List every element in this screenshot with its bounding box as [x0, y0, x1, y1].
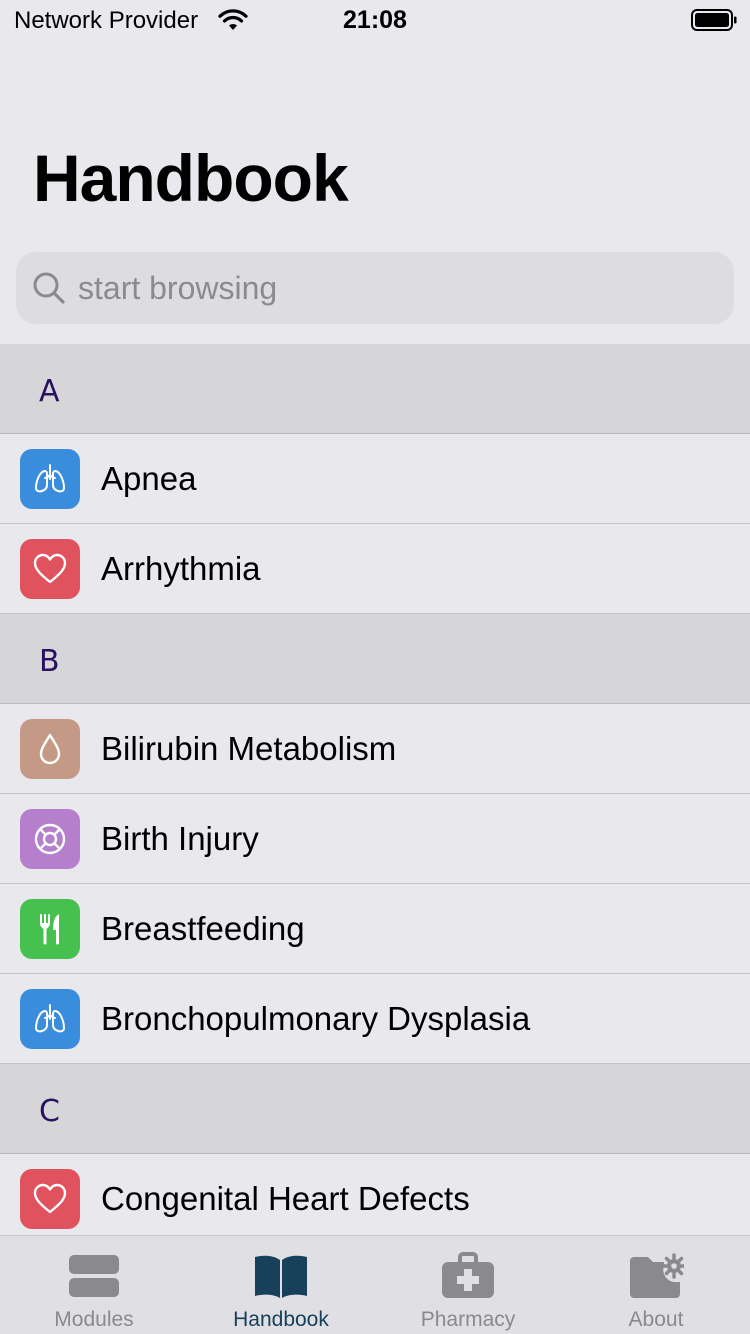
handbook-screen: Network Provider 21:08 Handbook A Apnea Ar…	[0, 0, 750, 1334]
modules-icon	[69, 1255, 119, 1297]
lungs-icon	[20, 449, 80, 509]
lungs-icon	[20, 989, 80, 1049]
tab-bar: Modules Handbook Pharmacy About	[0, 1235, 750, 1334]
section-header: A	[0, 344, 750, 434]
section-letter: B	[39, 644, 60, 679]
tab-label: Modules	[54, 1308, 134, 1331]
section-letter: A	[39, 374, 60, 409]
list-item-label: Congenital Heart Defects	[101, 1180, 470, 1217]
section-letter: C	[39, 1094, 60, 1129]
list-item-label: Arrhythmia	[101, 550, 261, 587]
fork-knife-icon	[20, 899, 80, 959]
section-header: B	[0, 614, 750, 704]
list-item-label: Breastfeeding	[101, 910, 305, 947]
folder-gear-icon	[630, 1253, 684, 1298]
list-item[interactable]: Bronchopulmonary Dysplasia	[0, 974, 750, 1064]
section-header: C	[0, 1064, 750, 1154]
list-item[interactable]: Bilirubin Metabolism	[0, 704, 750, 794]
status-bar: Network Provider 21:08	[0, 0, 750, 40]
status-time: 21:08	[343, 6, 407, 34]
tab-handbook[interactable]: Handbook	[187, 1236, 375, 1334]
tab-label: Handbook	[233, 1308, 329, 1331]
tab-label: Pharmacy	[420, 1308, 516, 1331]
list-item-label: Apnea	[101, 460, 197, 497]
search-icon	[33, 272, 65, 304]
tab-modules[interactable]: Modules	[0, 1236, 188, 1334]
list-item[interactable]: Birth Injury	[0, 794, 750, 884]
search-bar[interactable]	[16, 252, 734, 324]
battery-icon	[691, 9, 737, 31]
heart-icon	[20, 1169, 80, 1229]
tab-about[interactable]: About	[562, 1236, 750, 1334]
list-item-label: Bilirubin Metabolism	[101, 730, 397, 767]
list-item[interactable]: Arrhythmia	[0, 524, 750, 614]
page-title: Handbook	[33, 141, 349, 215]
book-icon	[255, 1255, 307, 1298]
handbook-list: A Apnea Arrhythmia B Bilirubin Metabolism Bir…	[0, 344, 750, 1244]
list-item[interactable]: Congenital Heart Defects	[0, 1154, 750, 1244]
list-item-label: Birth Injury	[101, 820, 259, 857]
list-item-label: Bronchopulmonary Dysplasia	[101, 1000, 531, 1037]
tab-pharmacy[interactable]: Pharmacy	[374, 1236, 562, 1334]
medkit-icon	[442, 1252, 494, 1298]
heart-icon	[20, 539, 80, 599]
list-item[interactable]: Breastfeeding	[0, 884, 750, 974]
search-input[interactable]	[78, 252, 718, 324]
tab-label: About	[628, 1308, 684, 1331]
list-item[interactable]: Apnea	[0, 434, 750, 524]
drop-icon	[20, 719, 80, 779]
lifebuoy-icon	[20, 809, 80, 869]
